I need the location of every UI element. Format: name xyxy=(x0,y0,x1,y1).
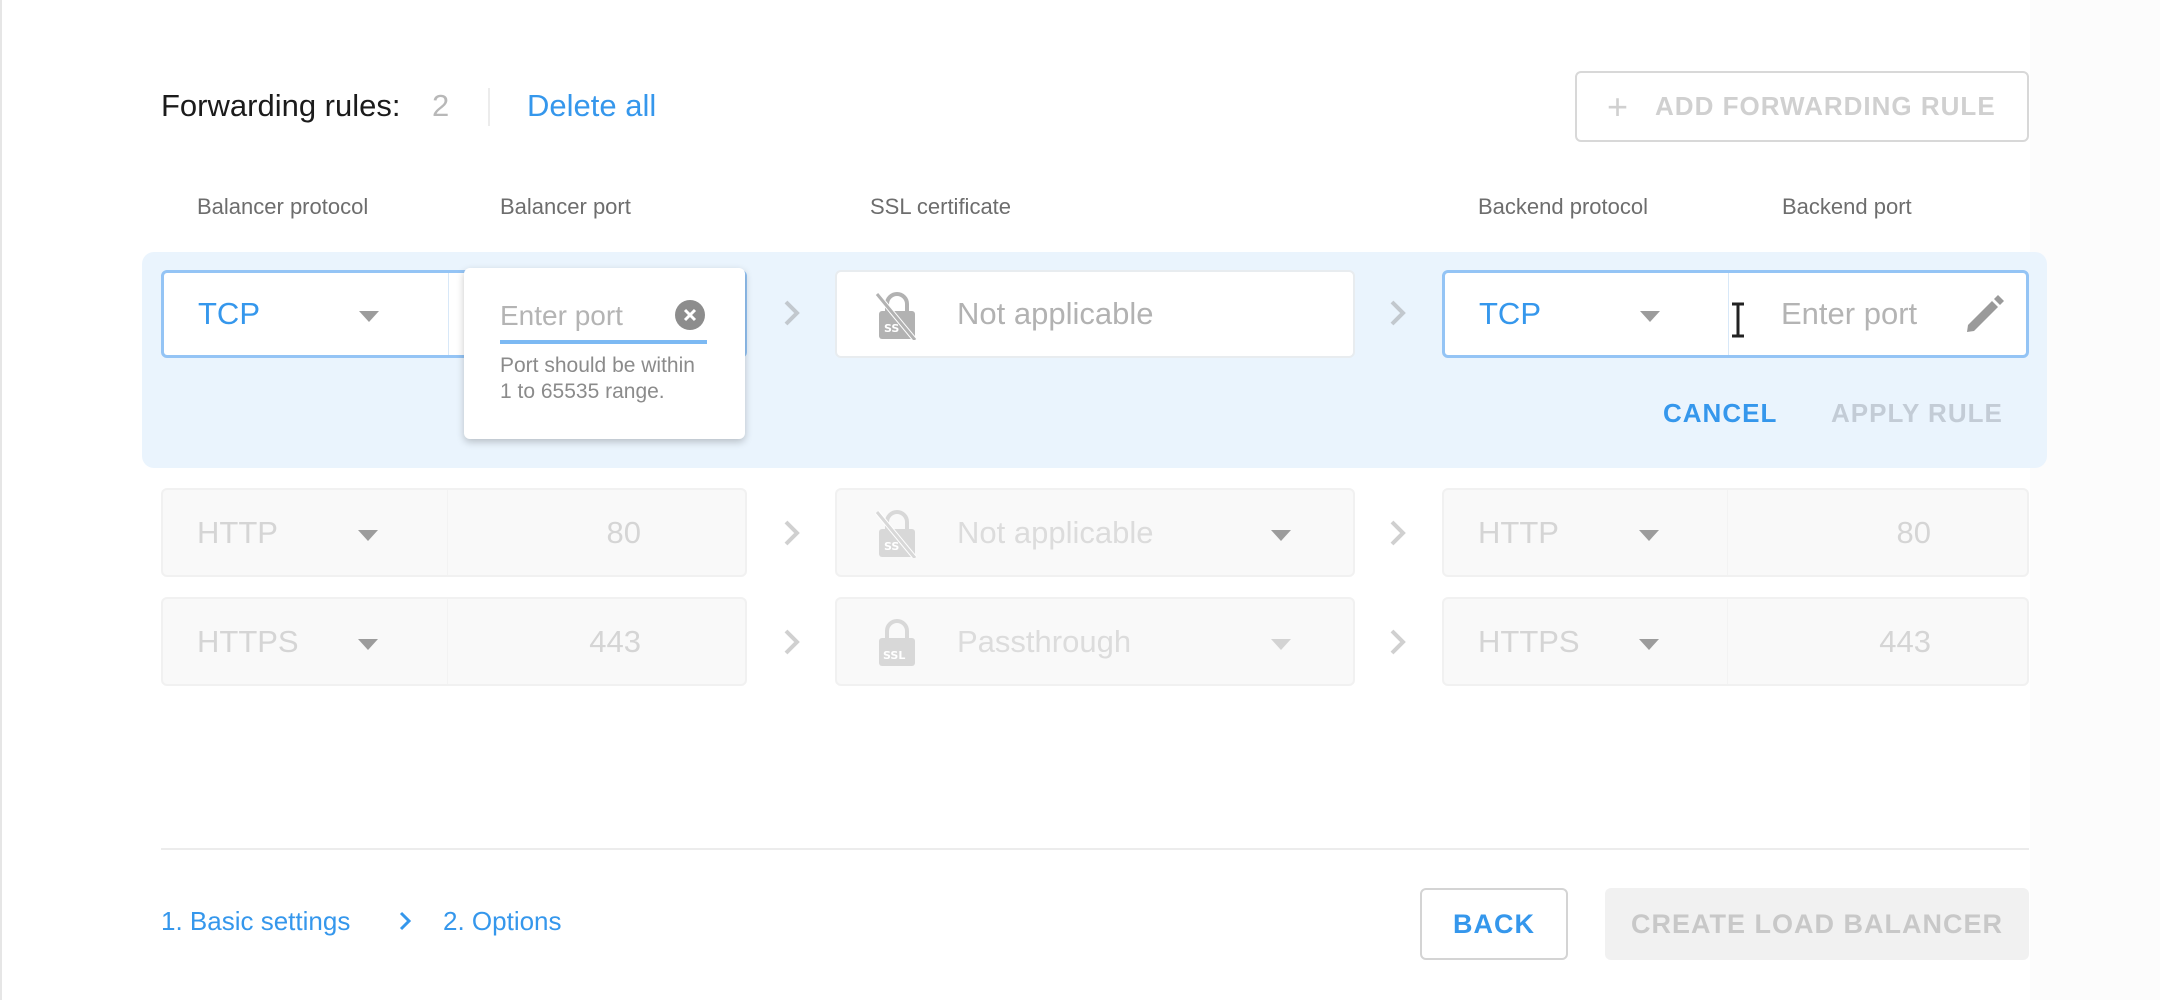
clear-icon[interactable] xyxy=(675,300,705,330)
chevron-right-icon xyxy=(1387,627,1409,657)
chevron-down-icon xyxy=(358,639,378,650)
step-basic-settings[interactable]: 1. Basic settings xyxy=(161,906,350,937)
column-header-backend-port: Backend port xyxy=(1782,194,1912,219)
edit-backend-protocol-select[interactable]: TCP xyxy=(1445,273,1728,355)
rule-1-ssl-certificate-select[interactable]: Not applicable xyxy=(835,488,1355,577)
edit-ssl-certificate-value: Not applicable xyxy=(957,296,1154,331)
step-options[interactable]: 2. Options xyxy=(443,906,562,937)
rule-2-backend-port-cell[interactable]: 443 xyxy=(1727,599,2027,684)
ssl-lock-off-icon xyxy=(875,508,919,558)
delete-all-link[interactable]: Delete all xyxy=(527,88,656,124)
add-forwarding-rule-button[interactable]: + ADD FORWARDING RULE xyxy=(1575,71,2029,142)
balancer-port-help-text: Port should be within 1 to 65535 range. xyxy=(500,354,695,403)
chevron-right-icon xyxy=(399,911,412,931)
chevron-down-icon xyxy=(359,311,379,322)
balancer-port-popup: Enter port Port should be within 1 to 65… xyxy=(464,268,745,439)
backend-port-placeholder: Enter port xyxy=(1781,296,1918,331)
rule-1-balancer-protocol-value: HTTP xyxy=(197,514,278,550)
text-cursor-icon xyxy=(1732,302,1744,338)
add-forwarding-rule-label: ADD FORWARDING RULE xyxy=(1655,91,1996,121)
header-divider xyxy=(488,88,490,126)
chevron-right-icon xyxy=(1387,518,1409,548)
edit-balancer-protocol-value: TCP xyxy=(198,296,260,331)
chevron-down-icon xyxy=(1639,530,1659,541)
ssl-lock-off-icon xyxy=(875,290,919,340)
chevron-down-icon xyxy=(1640,311,1660,322)
cancel-button[interactable]: CANCEL xyxy=(1663,398,1777,429)
create-load-balancer-button[interactable]: CREATE LOAD BALANCER xyxy=(1605,888,2029,960)
ssl-lock-icon xyxy=(875,617,919,667)
rule-2-balancer-protocol-select[interactable]: HTTPS xyxy=(163,599,447,684)
footer-divider xyxy=(161,848,2029,850)
rule-2-backend-port-value: 443 xyxy=(1879,623,1931,659)
rule-1-backend-protocol-value: HTTP xyxy=(1478,514,1559,550)
column-header-balancer-protocol: Balancer protocol xyxy=(197,194,369,219)
rule-row-1-backend-group: HTTP 80 xyxy=(1442,488,2029,577)
edit-ssl-certificate-field: Not applicable xyxy=(835,270,1355,358)
apply-rule-button[interactable]: APPLY RULE xyxy=(1831,398,2003,429)
rule-2-balancer-port-value: 443 xyxy=(589,623,641,659)
rule-1-backend-port-value: 80 xyxy=(1896,514,1931,550)
rule-1-backend-port-cell[interactable]: 80 xyxy=(1727,490,2027,575)
rule-1-backend-protocol-select[interactable]: HTTP xyxy=(1444,490,1727,575)
chevron-down-icon xyxy=(358,530,378,541)
rule-1-balancer-port-cell[interactable]: 80 xyxy=(447,490,745,575)
edit-backend-port-input[interactable]: Enter port xyxy=(1728,273,2026,355)
forwarding-rules-page: Forwarding rules: 2 Delete all + ADD FOR… xyxy=(0,0,2047,1000)
forwarding-rules-count: 2 xyxy=(432,88,450,123)
rule-row-1-balancer-group: HTTP 80 xyxy=(161,488,747,577)
back-button[interactable]: BACK xyxy=(1420,888,1568,960)
rule-1-balancer-port-value: 80 xyxy=(606,514,641,550)
chevron-down-icon xyxy=(1271,530,1291,541)
edit-backend-protocol-value: TCP xyxy=(1479,296,1541,331)
rule-2-balancer-protocol-value: HTTPS xyxy=(197,623,299,659)
rule-1-ssl-certificate-value: Not applicable xyxy=(957,514,1154,550)
chevron-right-icon xyxy=(781,627,803,657)
chevron-down-icon xyxy=(1271,639,1291,650)
chevron-right-icon xyxy=(781,518,803,548)
rule-1-balancer-protocol-select[interactable]: HTTP xyxy=(163,490,447,575)
plus-icon: + xyxy=(1607,85,1630,127)
chevron-right-icon xyxy=(1387,298,1409,328)
edit-balancer-protocol-select[interactable]: TCP xyxy=(164,273,448,355)
forwarding-rules-title: Forwarding rules: xyxy=(161,88,401,123)
rule-2-balancer-port-cell[interactable]: 443 xyxy=(447,599,745,684)
rule-2-backend-protocol-value: HTTPS xyxy=(1478,623,1580,659)
rule-2-backend-protocol-select[interactable]: HTTPS xyxy=(1444,599,1727,684)
chevron-down-icon xyxy=(1639,639,1659,650)
column-header-ssl-certificate: SSL certificate xyxy=(870,194,1012,219)
rule-row-2-balancer-group: HTTPS 443 xyxy=(161,597,747,686)
balancer-port-input[interactable]: Enter port xyxy=(500,298,707,344)
pencil-icon[interactable] xyxy=(1962,291,2008,337)
rule-row-2-backend-group: HTTPS 443 xyxy=(1442,597,2029,686)
column-header-backend-protocol: Backend protocol xyxy=(1478,194,1648,219)
column-header-balancer-port: Balancer port xyxy=(500,194,631,219)
rule-2-ssl-certificate-value: Passthrough xyxy=(957,623,1132,659)
balancer-port-placeholder: Enter port xyxy=(500,300,623,331)
chevron-right-icon xyxy=(781,298,803,328)
rule-2-ssl-certificate-select[interactable]: Passthrough xyxy=(835,597,1355,686)
